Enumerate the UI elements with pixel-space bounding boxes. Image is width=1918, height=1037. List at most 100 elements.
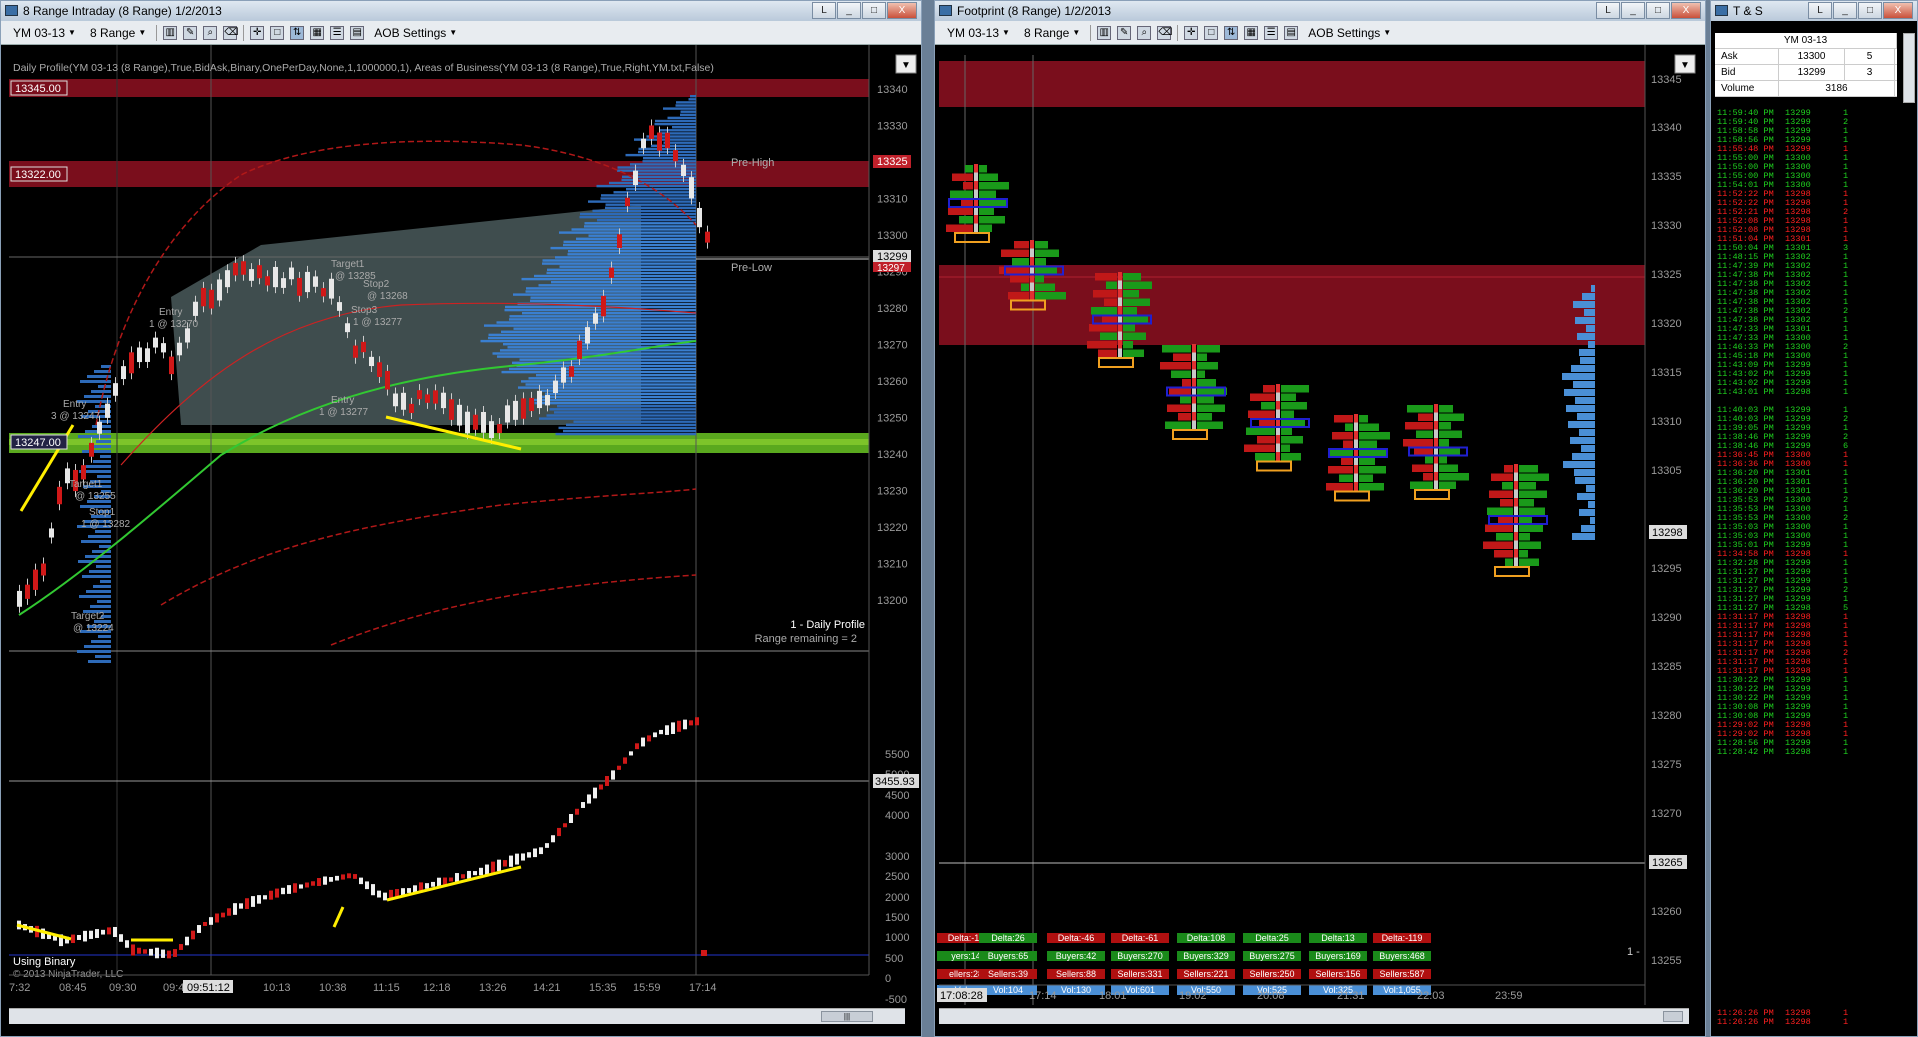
trade-tape[interactable]: 11:59:40 PM 13299 1 11:59:40 PM 13299 2 11:58:…: [1717, 109, 1877, 757]
pencil-icon[interactable]: ✎: [1117, 25, 1132, 40]
period-selector[interactable]: 8 Range ▼: [86, 26, 150, 40]
scrollbar-thumb[interactable]: |||: [821, 1011, 873, 1022]
chevron-down-icon: ▼: [1002, 28, 1010, 37]
minimize-button[interactable]: _: [1621, 2, 1645, 19]
minimize-button[interactable]: _: [1833, 2, 1857, 19]
candle-body: [201, 287, 206, 307]
data-box-icon[interactable]: □: [1204, 25, 1219, 40]
settings-icon[interactable]: ▤: [350, 25, 365, 40]
footprint-bar-body: [1354, 422, 1358, 432]
maximize-button[interactable]: □: [1858, 2, 1882, 19]
strategy-icon[interactable]: ⇅: [290, 25, 305, 40]
settings-icon[interactable]: ▤: [1284, 25, 1299, 40]
properties-icon[interactable]: ☰: [330, 25, 345, 40]
footprint-ask-bar: [1359, 415, 1368, 423]
horizontal-scrollbar[interactable]: |||: [9, 1008, 905, 1024]
indicators-icon[interactable]: ▦: [1244, 25, 1259, 40]
chart-toolbar: YM 03-13 ▼ 8 Range ▼ ▥ ✎ ⌕ ⌫ ✛ □ ⇅ ▦ ☰ ▤ A…: [935, 21, 1705, 45]
footprint-bid-bar: [1167, 404, 1191, 412]
horizontal-scrollbar[interactable]: [939, 1008, 1689, 1024]
profile-bar: [1573, 381, 1595, 388]
profile-bar: [1590, 517, 1595, 524]
delta-candle: [179, 944, 183, 950]
footprint-title-bar[interactable]: Footprint (8 Range) 1/2/2013 L _ □ X: [935, 1, 1705, 21]
crosshair-icon[interactable]: ✛: [1184, 25, 1199, 40]
minimize-button[interactable]: _: [837, 2, 861, 19]
maximize-button[interactable]: □: [1646, 2, 1670, 19]
intraday-title-bar[interactable]: 8 Range Intraday (8 Range) 1/2/2013 L _ …: [1, 1, 921, 21]
footprint-panel[interactable]: Delta:-14 yers:14 ellers:28 Delta:26 Buyers:…: [935, 45, 1705, 1011]
lower-axis-label: -500: [885, 994, 907, 1006]
footprint-bid-bar: [1414, 447, 1433, 455]
footprint-bar-body: [1118, 272, 1122, 281]
footprint-ask-bar: [1519, 465, 1538, 473]
instrument-selector[interactable]: YM 03-13 ▼: [943, 26, 1014, 40]
profile-bar: [537, 395, 696, 399]
footprint-bid-bar: [1328, 466, 1353, 474]
footprint-bid-bar: [1410, 481, 1433, 489]
delta-candle: [665, 725, 669, 735]
footprint-ask-bar: [1439, 481, 1456, 489]
data-box-icon[interactable]: □: [270, 25, 285, 40]
price-panel[interactable]: 13345.00 13322.00 13247.00 Pre-High Pre-…: [1, 45, 921, 1011]
zoom-icon[interactable]: ⌕: [1137, 25, 1152, 40]
aob-settings-menu[interactable]: AOB Settings ▼: [370, 26, 461, 40]
lower-axis-label: 2500: [885, 871, 909, 883]
summary-scrollbar[interactable]: [1903, 33, 1915, 103]
crosshair-price-value: 13265: [1652, 857, 1683, 869]
bid-row: Bid 13299 3: [1715, 65, 1897, 81]
delta-candle: [173, 949, 177, 957]
link-button[interactable]: L: [1596, 2, 1620, 19]
footprint-bid-bar: [1502, 482, 1513, 490]
delta-candle: [347, 873, 351, 879]
bar-type-icon[interactable]: ▥: [163, 25, 178, 40]
footprint-bar-body: [1118, 340, 1122, 349]
footprint-ask-bar: [1519, 473, 1549, 481]
crosshair-icon[interactable]: ✛: [250, 25, 265, 40]
candle-body: [305, 271, 310, 293]
properties-icon[interactable]: ☰: [1264, 25, 1279, 40]
close-button[interactable]: X: [1883, 2, 1913, 19]
pencil-icon[interactable]: ✎: [183, 25, 198, 40]
time-axis-label: 15:35: [589, 982, 617, 994]
delta-candle: [497, 859, 501, 872]
bar-type-icon[interactable]: ▥: [1097, 25, 1112, 40]
candle-body: [49, 528, 54, 538]
delta-candle: [533, 848, 537, 858]
delta-candle: [683, 719, 687, 730]
delta-candle: [563, 823, 567, 828]
footprint-bid-bar: [952, 173, 973, 181]
footprint-bar-body: [1434, 472, 1438, 481]
footprint-chart-svg[interactable]: Delta:-14 yers:14 ellers:28 Delta:26 Buyers:…: [935, 45, 1705, 1011]
close-button[interactable]: X: [887, 2, 917, 19]
profile-bar: [1570, 437, 1595, 444]
time-axis-label: 13:26: [479, 982, 507, 994]
instrument-selector[interactable]: YM 03-13 ▼: [9, 26, 80, 40]
period-selector[interactable]: 8 Range ▼: [1020, 26, 1084, 40]
close-button[interactable]: X: [1671, 2, 1701, 19]
window-title: T & S: [1733, 4, 1763, 18]
footprint-ask-bar: [1359, 474, 1373, 482]
ts-title-bar[interactable]: T & S L _ □ X: [1711, 1, 1917, 21]
link-button[interactable]: L: [1808, 2, 1832, 19]
aob-settings-menu[interactable]: AOB Settings ▼: [1304, 26, 1395, 40]
price-chart-svg[interactable]: 13345.00 13322.00 13247.00 Pre-High Pre-…: [1, 45, 921, 1011]
candle-body: [705, 231, 710, 243]
tape-time: 11:28:42 PM: [1717, 747, 1774, 757]
candle-body: [617, 234, 622, 248]
link-button[interactable]: L: [812, 2, 836, 19]
profile-bar: [643, 157, 696, 160]
eraser-icon[interactable]: ⌫: [223, 25, 238, 40]
eraser-icon[interactable]: ⌫: [1157, 25, 1172, 40]
price-axis-label: 13255: [1651, 955, 1682, 967]
scrollbar-thumb[interactable]: [1663, 1011, 1683, 1022]
maximize-button[interactable]: □: [862, 2, 886, 19]
delta-candle: [263, 895, 267, 900]
strategy-icon[interactable]: ⇅: [1224, 25, 1239, 40]
profile-bar: [545, 392, 696, 395]
trade-note: Entry: [63, 399, 86, 410]
price-axis-label: 13320: [1651, 318, 1682, 330]
indicators-icon[interactable]: ▦: [310, 25, 325, 40]
footprint-ask-bar: [1035, 249, 1059, 257]
zoom-icon[interactable]: ⌕: [203, 25, 218, 40]
